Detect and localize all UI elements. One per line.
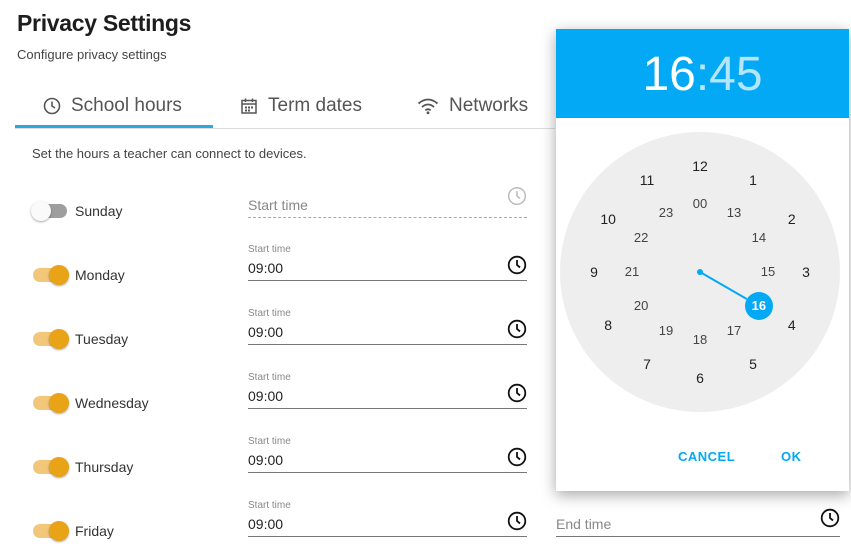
- hour-number-14[interactable]: 14: [745, 224, 773, 252]
- toggle-knob: [49, 329, 69, 349]
- wifi-icon: [417, 97, 439, 115]
- calendar-icon: [240, 97, 258, 115]
- tab-label: Term dates: [268, 95, 362, 116]
- clock-icon[interactable]: [507, 383, 527, 408]
- hour-number-22[interactable]: 22: [627, 224, 655, 252]
- section-description: Set the hours a teacher can connect to d…: [32, 146, 307, 161]
- hour-number-20[interactable]: 20: [627, 292, 655, 320]
- clock-icon[interactable]: [507, 186, 527, 211]
- hour-number-17[interactable]: 17: [720, 317, 748, 345]
- hour-number-6[interactable]: 6: [686, 364, 714, 392]
- start-time-field-tuesday[interactable]: Start time 09:00: [248, 308, 527, 345]
- hour-number-7[interactable]: 7: [633, 350, 661, 378]
- hour-number-1[interactable]: 1: [739, 166, 767, 194]
- time-picker-dialog: 16:45 12 1 2 3 4 5 6 7 8 9 10 11 00 13 14 15 16 17 18 19 20 2…: [556, 29, 849, 491]
- time-display: 16:45: [556, 47, 849, 102]
- clock-icon: [43, 97, 61, 115]
- hour-number-8[interactable]: 8: [594, 311, 622, 339]
- hour-number-4[interactable]: 4: [778, 311, 806, 339]
- start-time-label: Start time: [248, 372, 291, 383]
- time-separator: :: [695, 48, 710, 101]
- toggle-monday[interactable]: [33, 265, 69, 285]
- day-label-thursday: Thursday: [75, 459, 134, 475]
- tab-networks[interactable]: Networks: [417, 86, 528, 126]
- hour-number-3[interactable]: 3: [792, 258, 820, 286]
- start-time-field-friday[interactable]: Start time 09:00: [248, 500, 527, 537]
- hour-number-21[interactable]: 21: [618, 258, 646, 286]
- toggle-friday[interactable]: [33, 521, 69, 541]
- hour-number-15[interactable]: 15: [754, 258, 782, 286]
- tab-term-dates[interactable]: Term dates: [240, 86, 362, 126]
- active-tab-indicator: [15, 125, 213, 128]
- start-time-value: 09:00: [248, 388, 284, 404]
- start-time-field-thursday[interactable]: Start time 09:00: [248, 436, 527, 473]
- tab-label: School hours: [71, 95, 182, 116]
- start-time-value: 09:00: [248, 324, 284, 340]
- day-label-sunday: Sunday: [75, 203, 123, 219]
- toggle-knob: [49, 521, 69, 541]
- toggle-knob: [49, 265, 69, 285]
- tab-label: Networks: [449, 95, 529, 116]
- start-time-label: Start time: [248, 500, 291, 511]
- clock-icon[interactable]: [507, 319, 527, 344]
- hour-number-00[interactable]: 00: [686, 190, 714, 218]
- toggle-knob: [31, 201, 51, 221]
- ok-button[interactable]: OK: [781, 449, 802, 464]
- day-label-monday: Monday: [75, 267, 125, 283]
- start-time-field-wednesday[interactable]: Start time 09:00: [248, 372, 527, 409]
- day-label-friday: Friday: [75, 523, 114, 539]
- clock-hand-center: [697, 269, 703, 275]
- hour-number-9[interactable]: 9: [580, 258, 608, 286]
- start-time-field-monday[interactable]: Start time 09:00: [248, 244, 527, 281]
- hour-number-5[interactable]: 5: [739, 350, 767, 378]
- end-time-field[interactable]: End time: [556, 500, 840, 537]
- cancel-button[interactable]: CANCEL: [678, 449, 735, 464]
- hour-number-18[interactable]: 18: [686, 326, 714, 354]
- clock-icon[interactable]: [820, 508, 840, 533]
- hour-number-19[interactable]: 19: [652, 317, 680, 345]
- page-title: Privacy Settings: [17, 10, 192, 36]
- toggle-tuesday[interactable]: [33, 329, 69, 349]
- start-time-placeholder: Start time: [248, 197, 308, 213]
- page-subtitle: Configure privacy settings: [17, 47, 167, 62]
- day-label-wednesday: Wednesday: [75, 395, 149, 411]
- start-time-label: Start time: [248, 308, 291, 319]
- end-time-placeholder: End time: [556, 516, 612, 532]
- hour-number-16[interactable]: 16: [744, 292, 773, 320]
- toggle-wednesday[interactable]: [33, 393, 69, 413]
- clock-icon[interactable]: [507, 255, 527, 280]
- clock-dial[interactable]: 12 1 2 3 4 5 6 7 8 9 10 11 00 13 14 15 16 17 18 19 20 21 22 23: [560, 132, 840, 412]
- hour-number-11[interactable]: 11: [633, 166, 661, 194]
- clock-icon[interactable]: [507, 447, 527, 472]
- toggle-sunday[interactable]: [31, 201, 67, 221]
- hour-number-13[interactable]: 13: [720, 199, 748, 227]
- hour-number-2[interactable]: 2: [778, 205, 806, 233]
- hour-number-23[interactable]: 23: [652, 199, 680, 227]
- hour-number-12[interactable]: 12: [686, 152, 714, 180]
- day-label-tuesday: Tuesday: [75, 331, 129, 347]
- minute-display[interactable]: 45: [709, 48, 762, 101]
- start-time-value: 09:00: [248, 260, 284, 276]
- start-time-value: 09:00: [248, 452, 284, 468]
- tab-school-hours[interactable]: School hours: [43, 86, 182, 126]
- hour-number-10[interactable]: 10: [594, 205, 622, 233]
- start-time-label: Start time: [248, 436, 291, 447]
- toggle-knob: [49, 393, 69, 413]
- start-time-value: 09:00: [248, 516, 284, 532]
- toggle-thursday[interactable]: [33, 457, 69, 477]
- hour-display[interactable]: 16: [642, 48, 695, 101]
- clock-icon[interactable]: [507, 511, 527, 536]
- tab-bar: School hours Term dates Networks: [15, 86, 555, 129]
- start-time-label: Start time: [248, 244, 291, 255]
- start-time-field-sunday[interactable]: Start time: [248, 181, 527, 218]
- toggle-knob: [49, 457, 69, 477]
- time-picker-header: 16:45: [556, 29, 849, 118]
